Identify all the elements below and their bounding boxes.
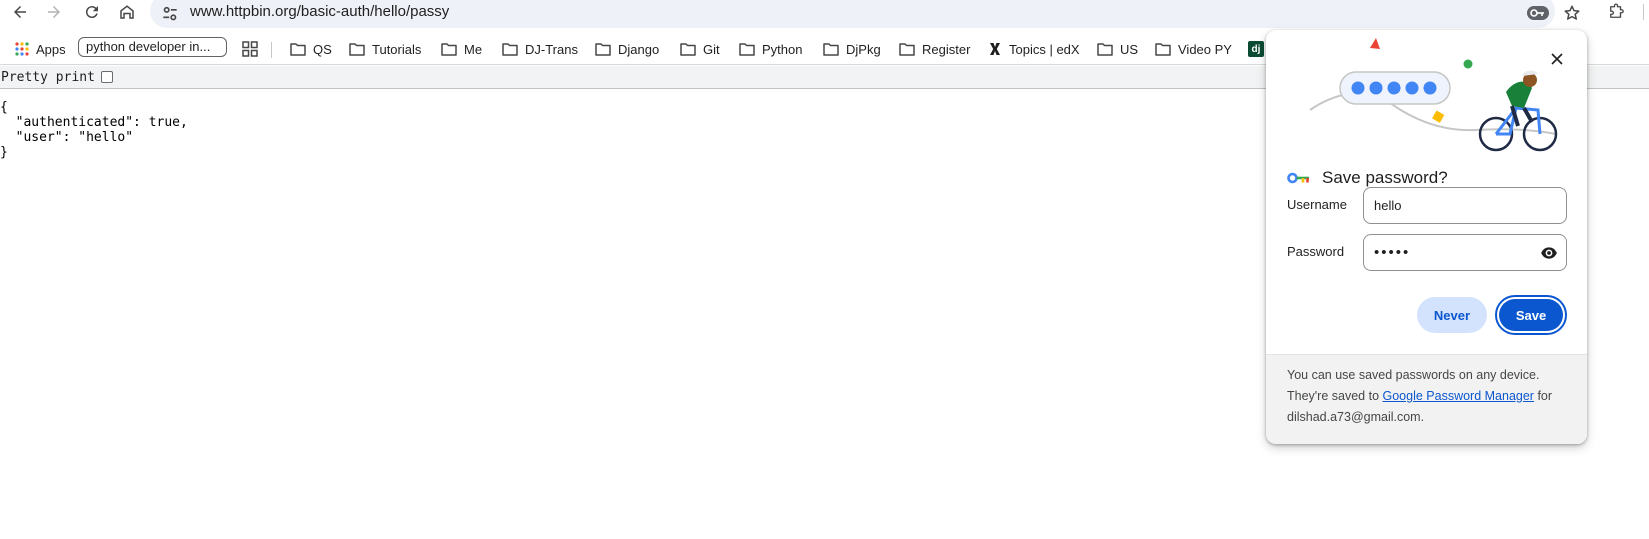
- bookmark-label: Git: [703, 41, 720, 57]
- bookmark-folder-git[interactable]: Git: [680, 33, 720, 65]
- password-field[interactable]: •••••: [1363, 234, 1567, 271]
- bookmark-folder-django[interactable]: Django: [595, 33, 659, 65]
- folder-icon: [349, 43, 365, 56]
- pretty-print-label: Pretty print: [1, 69, 95, 85]
- bookmark-star-button[interactable]: [1560, 2, 1584, 24]
- username-field[interactable]: hello: [1363, 187, 1567, 224]
- password-value: •••••: [1374, 244, 1411, 261]
- bookmark-label: Register: [922, 41, 971, 57]
- bookmark-label: Me: [464, 41, 483, 57]
- cyclist-illustration: [1309, 38, 1558, 152]
- bookmark-folder-me[interactable]: Me: [441, 33, 482, 65]
- save-button[interactable]: Save: [1495, 295, 1567, 335]
- grid-icon: [242, 41, 258, 57]
- browser-toolbar: www.httpbin.org/basic-auth/hello/passy: [0, 0, 1649, 28]
- bookmark-label: Python: [762, 41, 803, 57]
- folder-icon: [823, 43, 839, 56]
- bookmark-label: Django: [618, 41, 660, 57]
- bookmark-dj[interactable]: dj: [1248, 33, 1264, 65]
- bookmark-label: Topics | edX: [1009, 41, 1080, 57]
- bookmark-python-developer[interactable]: python developer in...: [78, 37, 227, 57]
- bookmark-label: Video PY: [1178, 41, 1232, 57]
- arrow-left-icon: [14, 6, 26, 18]
- bookmark-folder-us[interactable]: US: [1097, 33, 1138, 65]
- bookmark-folder-qs[interactable]: QS: [290, 33, 332, 65]
- folder-icon: [680, 43, 696, 56]
- bookmark-folder-djpkg[interactable]: DjPkg: [823, 33, 881, 65]
- bookmark-folder-python[interactable]: Python: [739, 33, 802, 65]
- home-icon: [120, 5, 134, 19]
- eye-icon[interactable]: [1540, 244, 1558, 262]
- never-button[interactable]: Never: [1417, 297, 1487, 333]
- reload-icon: [85, 6, 98, 19]
- back-button[interactable]: [8, 1, 32, 23]
- apps-grid-icon: [15, 42, 29, 56]
- url-text[interactable]: www.httpbin.org/basic-auth/hello/passy: [190, 3, 449, 20]
- bookmark-apps-label: Apps: [36, 41, 66, 57]
- bookmark-folder-register[interactable]: Register: [899, 33, 970, 65]
- password-label: Password: [1287, 244, 1345, 259]
- json-line: }: [0, 145, 8, 160]
- folder-icon: [899, 43, 915, 56]
- bookmark-topics-edx[interactable]: Topics | edX: [988, 33, 1080, 65]
- save-password-dialog: Save password? Username hello Password •…: [1266, 30, 1587, 444]
- json-line: "user": "hello": [0, 130, 134, 145]
- bookmark-label: QS: [313, 41, 332, 57]
- save-button-label: Save: [1499, 299, 1563, 331]
- extensions-button[interactable]: [1604, 1, 1628, 23]
- folder-icon: [1155, 43, 1171, 56]
- bookmarks-separator: [271, 42, 272, 58]
- bookmark-label: US: [1120, 41, 1139, 57]
- json-line: {: [0, 100, 8, 115]
- google-password-manager-link[interactable]: Google Password Manager: [1383, 389, 1534, 403]
- bookmark-folder-tutorials[interactable]: Tutorials: [349, 33, 421, 65]
- puzzle-icon: [1610, 3, 1624, 18]
- reload-button[interactable]: [80, 1, 104, 23]
- edx-x-icon: [990, 43, 1000, 55]
- bookmark-label: DjPkg: [846, 41, 881, 57]
- close-button[interactable]: [1545, 47, 1569, 71]
- folder-icon: [290, 43, 306, 56]
- password-key-button[interactable]: [1518, 3, 1558, 23]
- bookmark-label: Tutorials: [372, 41, 422, 57]
- star-icon: [1564, 5, 1580, 20]
- dialog-title: Save password?: [1322, 168, 1448, 187]
- django-logo-icon: dj: [1248, 41, 1264, 57]
- key-icon: [1287, 172, 1309, 184]
- username-value: hello: [1374, 198, 1402, 213]
- pretty-print-checkbox[interactable]: [100, 71, 113, 83]
- username-label: Username: [1287, 197, 1347, 212]
- bookmark-folder-video-py[interactable]: Video PY: [1155, 33, 1232, 65]
- toolbar-divider: [1643, 4, 1644, 20]
- forward-button[interactable]: [42, 1, 66, 23]
- home-button[interactable]: [115, 1, 139, 23]
- bookmark-apps[interactable]: Apps: [15, 33, 66, 65]
- folder-icon: [1097, 43, 1113, 56]
- folder-icon: [739, 43, 755, 56]
- folder-icon: [502, 43, 518, 56]
- bookmark-label: DJ-Trans: [525, 41, 578, 57]
- site-settings-icon[interactable]: [160, 4, 180, 24]
- folder-icon: [441, 43, 457, 56]
- bookmark-folder-dj-trans[interactable]: DJ-Trans: [502, 33, 578, 65]
- json-body: { "authenticated": true, "user": "hello"…: [0, 100, 188, 160]
- dialog-footer: You can use saved passwords on any devic…: [1266, 354, 1587, 444]
- tab-groups-button[interactable]: [242, 33, 265, 65]
- folder-icon: [595, 43, 611, 56]
- address-bar[interactable]: www.httpbin.org/basic-auth/hello/passy: [150, 0, 1580, 28]
- key-icon: [1527, 6, 1549, 20]
- json-line: "authenticated": true,: [0, 115, 188, 130]
- close-icon: [1551, 53, 1563, 65]
- arrow-right-icon: [48, 6, 60, 18]
